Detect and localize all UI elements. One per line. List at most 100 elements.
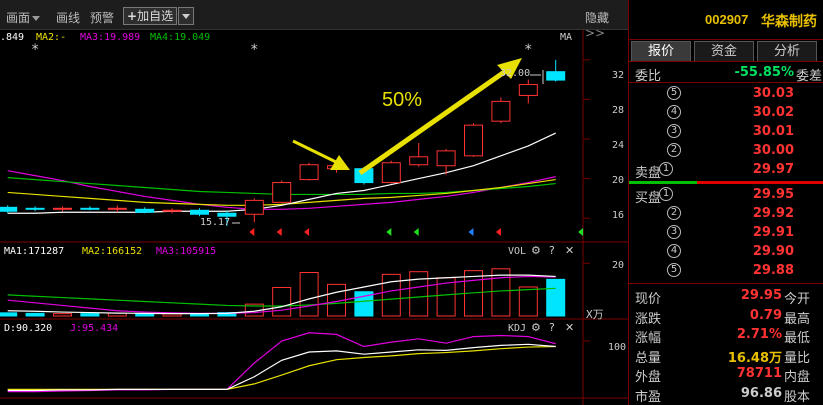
kdj-panel-title: KDJ bbox=[508, 323, 527, 334]
volume-bar[interactable] bbox=[135, 313, 155, 317]
buy-price: 29.90 bbox=[752, 244, 794, 259]
quote-value: 16.48万 bbox=[727, 350, 782, 366]
candle-body[interactable] bbox=[272, 182, 292, 203]
candle-body[interactable] bbox=[80, 207, 100, 210]
buy-order-row[interactable]: 2 29.92 bbox=[629, 204, 823, 223]
vol-axis-top: 20 bbox=[612, 260, 625, 271]
sell-price: 30.03 bbox=[752, 86, 794, 101]
stock-code: 002907 bbox=[705, 12, 749, 27]
quote-tabs: 报价 资金 分析 bbox=[629, 41, 823, 61]
red-flag-icon bbox=[304, 228, 310, 236]
buy-price: 29.92 bbox=[752, 206, 794, 221]
candle-body[interactable] bbox=[546, 71, 566, 81]
quote-label: 涨跌 bbox=[635, 311, 662, 327]
buy-price: 29.91 bbox=[752, 225, 794, 240]
price-tick: 24 bbox=[612, 140, 625, 151]
green-flag-icon bbox=[386, 228, 392, 236]
chart-area[interactable]: 画面 画线 预警 +加自选 隐藏>> .849 MA2:- MA3:19.989… bbox=[0, 0, 628, 405]
help-icon[interactable]: ? bbox=[549, 321, 555, 334]
sell-order-row[interactable]: 4 30.02 bbox=[629, 103, 823, 122]
kdj-axis-top: 100 bbox=[608, 342, 627, 353]
candle-body[interactable] bbox=[162, 209, 182, 212]
quote-row: 外盘 78711 内盘 bbox=[629, 364, 823, 385]
quote-extra-label: 量比 bbox=[783, 350, 810, 366]
tab-quote[interactable]: 报价 bbox=[631, 41, 691, 61]
pointer-arrow bbox=[292, 139, 339, 165]
volume-bar[interactable] bbox=[546, 278, 566, 317]
candle-body[interactable] bbox=[518, 84, 538, 96]
candle-body[interactable] bbox=[217, 212, 237, 217]
sell-price: 29.97 bbox=[752, 162, 794, 177]
sell-label: 卖盘 bbox=[635, 166, 662, 181]
candle-body[interactable] bbox=[299, 164, 319, 181]
quote-value: 0.79 bbox=[749, 307, 782, 323]
vol-panel-title: VOL bbox=[508, 246, 527, 257]
quote-extra-label: 最高 bbox=[783, 311, 810, 327]
close-icon[interactable]: ✕ bbox=[565, 321, 574, 334]
volume-bar[interactable] bbox=[53, 313, 72, 317]
candle-body[interactable] bbox=[25, 207, 45, 210]
low-price-label: 15.17 bbox=[200, 217, 231, 228]
volume-bar[interactable] bbox=[518, 286, 538, 317]
vol-ma3-legend: MA3:105915 bbox=[156, 246, 217, 257]
candle-body[interactable] bbox=[381, 162, 401, 184]
sell-order-row[interactable]: 卖盘 1 29.97 bbox=[629, 160, 823, 181]
level-badge: 3 bbox=[667, 124, 681, 138]
candle-body[interactable] bbox=[0, 206, 18, 212]
volume-bar[interactable] bbox=[25, 312, 45, 317]
red-flag-icon bbox=[276, 228, 282, 236]
buy-order-row[interactable]: 3 29.91 bbox=[629, 223, 823, 242]
kdj-j-line bbox=[7, 332, 556, 393]
candle-body[interactable] bbox=[436, 150, 456, 167]
volume-bar[interactable] bbox=[272, 287, 292, 317]
sell-order-row[interactable]: 3 30.01 bbox=[629, 122, 823, 141]
help-icon[interactable]: ? bbox=[549, 244, 555, 257]
ratio-buy-segment bbox=[629, 181, 697, 184]
blue-flag-icon bbox=[468, 228, 474, 236]
weibi-row: 委比 -55.85% 委差 bbox=[629, 63, 823, 84]
quote-value: 78711 bbox=[736, 366, 782, 381]
stock-header: 002907 华森制药 bbox=[629, 0, 823, 40]
close-icon[interactable]: ✕ bbox=[565, 244, 574, 257]
price-tick: 20 bbox=[612, 175, 625, 186]
buy-order-row[interactable]: 买盘 1 29.95 bbox=[629, 185, 823, 206]
divider bbox=[629, 82, 823, 83]
pointer-arrow-head bbox=[330, 155, 350, 170]
price-tick: 32 bbox=[612, 70, 625, 81]
kdj-j-legend: J:95.434 bbox=[70, 323, 119, 334]
divider bbox=[629, 61, 823, 62]
level-badge: 2 bbox=[667, 206, 681, 220]
green-flag-icon bbox=[578, 228, 584, 236]
buy-order-row[interactable]: 4 29.90 bbox=[629, 242, 823, 261]
kline-chart[interactable]: * * * bbox=[0, 0, 628, 405]
stock-name: 华森制药 bbox=[761, 14, 817, 30]
candle-body[interactable] bbox=[190, 209, 209, 215]
candle-body[interactable] bbox=[464, 124, 483, 157]
quote-label: 总量 bbox=[635, 350, 662, 366]
candle-body[interactable] bbox=[244, 199, 264, 215]
buy-order-row[interactable]: 5 29.88 bbox=[629, 261, 823, 280]
volume-bar[interactable] bbox=[80, 313, 100, 317]
candle-body[interactable] bbox=[491, 100, 511, 122]
tab-analysis[interactable]: 分析 bbox=[757, 41, 817, 61]
vol-ma1-legend: MA1:171287 bbox=[4, 246, 65, 257]
price-tick: 28 bbox=[612, 105, 625, 116]
candle-body[interactable] bbox=[135, 208, 155, 213]
quote-panel: 002907 华森制药 报价 资金 分析 委比 -55.85% 委差 5 30.0… bbox=[628, 0, 823, 405]
volume-bar[interactable] bbox=[0, 312, 18, 317]
sell-order-row[interactable]: 2 30.00 bbox=[629, 141, 823, 160]
signal-star-icon: * bbox=[32, 42, 39, 58]
volume-bar[interactable] bbox=[299, 272, 319, 317]
gear-icon[interactable]: ⚙ bbox=[531, 244, 541, 257]
gear-icon[interactable]: ⚙ bbox=[531, 321, 541, 334]
candle-body[interactable] bbox=[107, 207, 127, 210]
quote-label: 现价 bbox=[635, 292, 662, 307]
candle-body[interactable] bbox=[409, 156, 429, 166]
candle-body[interactable] bbox=[53, 207, 72, 210]
weibi-value: -55.85% bbox=[734, 65, 794, 80]
sell-order-row[interactable]: 5 30.03 bbox=[629, 84, 823, 103]
high-price-label: 32.00 bbox=[500, 68, 531, 79]
red-flag-icon bbox=[249, 228, 255, 236]
level-badge: 5 bbox=[667, 263, 681, 277]
tab-capital[interactable]: 资金 bbox=[694, 41, 754, 61]
